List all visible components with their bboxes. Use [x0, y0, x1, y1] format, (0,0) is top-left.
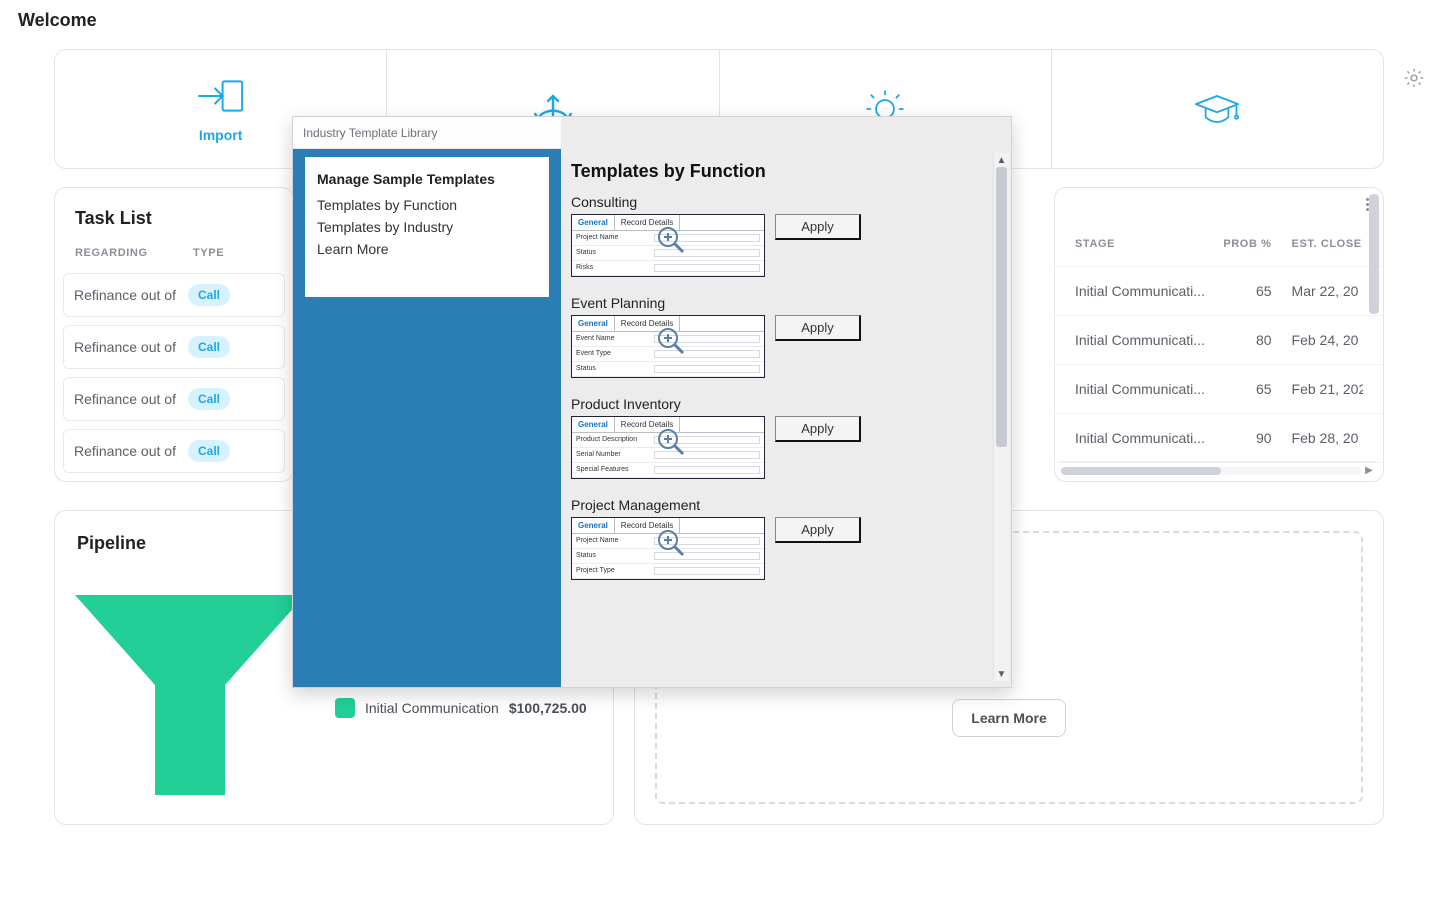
template-name: Product Inventory — [571, 396, 987, 412]
gear-icon — [1403, 67, 1425, 89]
task-list-title: Task List — [55, 208, 293, 247]
template-block: Event Planning General Record Details Ev… — [571, 295, 987, 378]
cell-prob: 65 — [1209, 283, 1272, 299]
template-block: Project Management General Record Detail… — [571, 497, 987, 580]
modal-sidebar-card: Manage Sample Templates Templates by Fun… — [305, 157, 549, 297]
template-name: Event Planning — [571, 295, 987, 311]
apply-button[interactable]: Apply — [775, 315, 861, 341]
learn-more-button[interactable]: Learn More — [952, 699, 1065, 737]
vertical-scrollbar[interactable] — [1369, 194, 1379, 461]
cell-date: Feb 21, 202 — [1272, 381, 1363, 397]
stage-panel: STAGE PROB % EST. CLOSE DA Initial Commu… — [1054, 187, 1384, 482]
import-icon — [195, 75, 247, 117]
template-preview[interactable]: General Record Details Product Descripti… — [571, 416, 765, 479]
stage-row[interactable]: Initial Communicati... 65 Feb 21, 202 — [1055, 365, 1383, 414]
pipeline-title: Pipeline — [77, 533, 146, 554]
legend-swatch — [335, 698, 355, 718]
col-type: TYPE — [193, 247, 224, 259]
cell-date: Feb 24, 20 — [1272, 332, 1363, 348]
stage-row[interactable]: Initial Communicati... 80 Feb 24, 20 — [1055, 316, 1383, 365]
pipeline-chart — [75, 595, 305, 800]
modal-title: Industry Template Library — [303, 126, 438, 140]
scroll-down-button[interactable]: ▼ — [994, 667, 1009, 681]
task-regarding: Refinance out of — [74, 391, 188, 407]
task-row[interactable]: Refinance out of Call — [63, 429, 285, 473]
zoom-icon — [656, 528, 686, 558]
modal-main: ▲ ▼ Templates by Function Consulting Gen… — [561, 117, 1011, 687]
template-library-modal: Industry Template Library Manage Sample … — [292, 116, 1012, 688]
cell-stage: Initial Communicati... — [1075, 430, 1209, 446]
template-name: Consulting — [571, 194, 987, 210]
col-prob: PROB % — [1209, 238, 1272, 250]
preview-tab: General — [572, 518, 615, 533]
task-row[interactable]: Refinance out of Call — [63, 325, 285, 369]
scroll-up-button[interactable]: ▲ — [994, 153, 1009, 167]
task-type-badge: Call — [188, 440, 230, 462]
task-type-badge: Call — [188, 284, 230, 306]
modal-sidebar: Manage Sample Templates Templates by Fun… — [293, 117, 561, 687]
import-label: Import — [199, 127, 243, 143]
template-preview[interactable]: General Record Details Project Name Stat… — [571, 214, 765, 277]
task-regarding: Refinance out of — [74, 287, 188, 303]
cell-prob: 90 — [1209, 430, 1272, 446]
task-type-badge: Call — [188, 336, 230, 358]
sidebar-item-templates-industry[interactable]: Templates by Industry — [317, 219, 537, 235]
cell-stage: Initial Communicati... — [1075, 283, 1209, 299]
cell-date: Feb 28, 20 — [1272, 430, 1363, 446]
sidebar-heading: Manage Sample Templates — [317, 171, 537, 187]
task-row[interactable]: Refinance out of Call — [63, 377, 285, 421]
stage-row[interactable]: Initial Communicati... 65 Mar 22, 20 — [1055, 267, 1383, 316]
apply-button[interactable]: Apply — [775, 517, 861, 543]
template-name: Project Management — [571, 497, 987, 513]
preview-tab: General — [572, 316, 615, 331]
template-block: Product Inventory General Record Details… — [571, 396, 987, 479]
pipeline-legend: Initial Communication $100,725.00 — [335, 698, 587, 718]
col-stage: STAGE — [1075, 238, 1209, 250]
col-date: EST. CLOSE DA — [1272, 238, 1363, 250]
apply-button[interactable]: Apply — [775, 214, 861, 240]
horizontal-scrollbar[interactable]: ▶ — [1061, 461, 1377, 479]
zoom-icon — [656, 225, 686, 255]
zoom-icon — [656, 427, 686, 457]
preview-tab: General — [572, 417, 615, 432]
task-type-badge: Call — [188, 388, 230, 410]
stage-row[interactable]: Initial Communicati... 90 Feb 28, 20 — [1055, 414, 1383, 463]
stage-header: STAGE PROB % EST. CLOSE DA — [1055, 208, 1383, 267]
cell-date: Mar 22, 20 — [1272, 283, 1363, 299]
sidebar-item-learn-more[interactable]: Learn More — [317, 241, 537, 257]
cell-stage: Initial Communicati... — [1075, 332, 1209, 348]
template-preview[interactable]: General Record Details Project Name Stat… — [571, 517, 765, 580]
graduation-cap-icon — [1191, 88, 1243, 130]
zoom-icon — [656, 326, 686, 356]
template-preview[interactable]: General Record Details Event Name Event … — [571, 315, 765, 378]
preview-tab: General — [572, 215, 615, 230]
learn-action[interactable] — [1051, 50, 1383, 168]
page-title: Welcome — [12, 0, 1432, 49]
template-block: Consulting General Record Details Projec… — [571, 194, 987, 277]
col-regarding: REGARDING — [75, 247, 193, 259]
legend-value: $100,725.00 — [509, 700, 587, 716]
task-list-panel: Task List REGARDING TYPE Refinance out o… — [54, 187, 294, 482]
task-list-header: REGARDING TYPE — [55, 247, 293, 273]
cell-prob: 65 — [1209, 381, 1272, 397]
cell-stage: Initial Communicati... — [1075, 381, 1209, 397]
legend-label: Initial Communication — [365, 700, 499, 716]
task-regarding: Refinance out of — [74, 339, 188, 355]
task-row[interactable]: Refinance out of Call — [63, 273, 285, 317]
modal-main-heading: Templates by Function — [571, 161, 987, 182]
scroll-right-button[interactable]: ▶ — [1361, 463, 1377, 479]
task-regarding: Refinance out of — [74, 443, 188, 459]
settings-gear-button[interactable] — [1396, 49, 1432, 89]
modal-vertical-scrollbar[interactable]: ▲ ▼ — [993, 153, 1009, 681]
sidebar-item-templates-function[interactable]: Templates by Function — [317, 197, 537, 213]
cell-prob: 80 — [1209, 332, 1272, 348]
apply-button[interactable]: Apply — [775, 416, 861, 442]
funnel-icon — [75, 595, 305, 795]
